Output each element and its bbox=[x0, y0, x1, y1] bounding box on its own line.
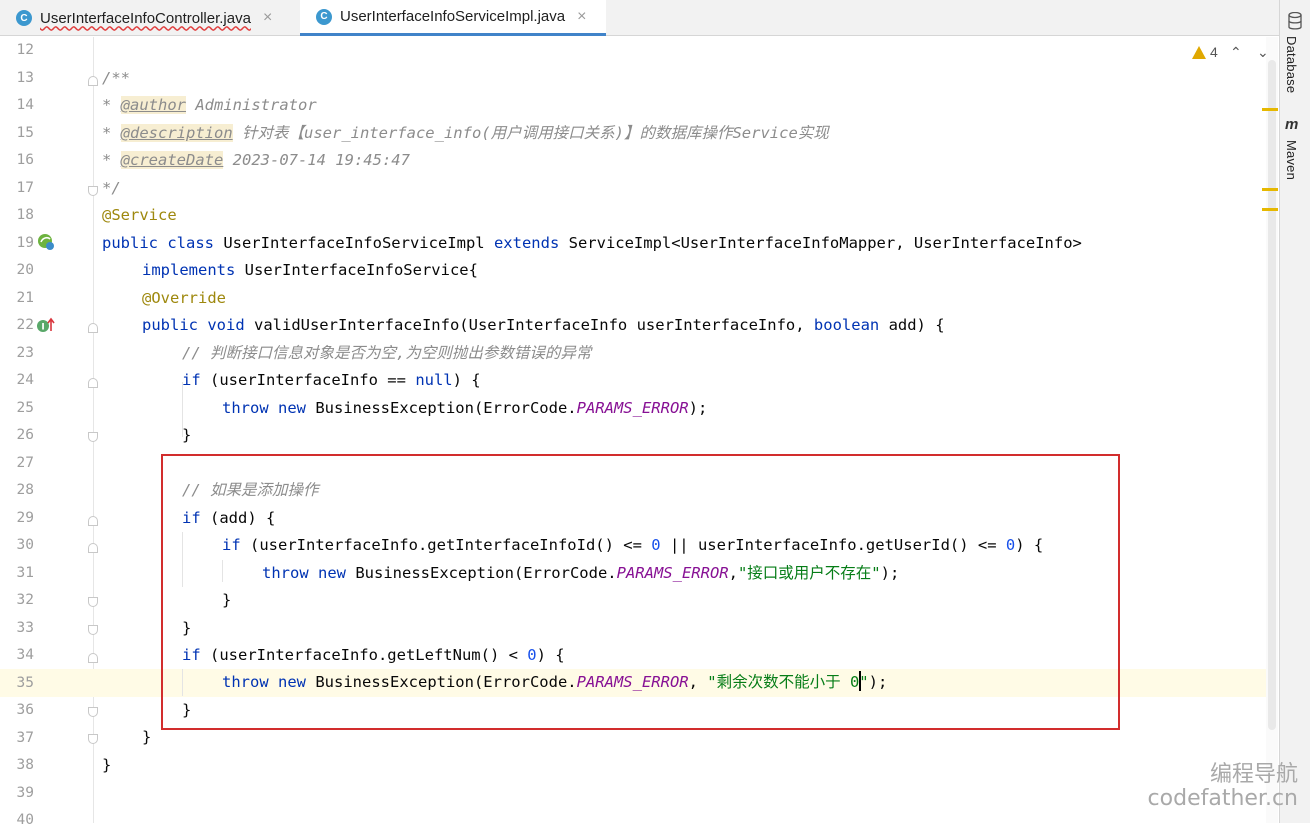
line-number: 40 bbox=[16, 812, 34, 828]
code-editor[interactable]: /** * @author Administrator * @descripti… bbox=[94, 37, 1279, 823]
line-number: 21 bbox=[16, 289, 34, 306]
code-line-22: public void validUserInterfaceInfo(UserI… bbox=[142, 316, 945, 334]
maven-icon: m bbox=[1285, 116, 1299, 133]
java-class-icon: C bbox=[316, 8, 332, 25]
maven-tool-button[interactable]: Maven bbox=[1284, 140, 1299, 180]
line-number: 15 bbox=[16, 124, 34, 141]
warning-stripe-marker[interactable] bbox=[1262, 208, 1278, 211]
code-line-38: } bbox=[102, 756, 112, 774]
code-line-37: } bbox=[142, 728, 152, 746]
scrollbar-thumb[interactable] bbox=[1268, 60, 1276, 730]
line-number: 17 bbox=[16, 179, 34, 196]
tab-label: UserInterfaceInfoServiceImpl.java bbox=[340, 8, 566, 25]
warning-count: 4 bbox=[1210, 44, 1218, 60]
line-number: 32 bbox=[16, 592, 34, 608]
line-number: 30 bbox=[16, 537, 34, 553]
line-number: 18 bbox=[16, 207, 34, 223]
line-number: 39 bbox=[16, 784, 34, 801]
line-number: 37 bbox=[16, 729, 34, 746]
editor-gutter: 12 13 14 15 16 17 18 19 20 21 22 23 24 25 26 27 28 29 30 31… bbox=[0, 37, 126, 828]
right-tool-window-strip: Database m Maven bbox=[1279, 0, 1310, 823]
line-number: 16 bbox=[16, 152, 34, 168]
indent-guide bbox=[222, 560, 223, 582]
code-line-28: // 如果是添加操作 bbox=[182, 481, 319, 499]
spring-bean-icon[interactable] bbox=[37, 233, 55, 251]
watermark-title: 编程导航 bbox=[1209, 762, 1298, 787]
warning-stripe-marker[interactable] bbox=[1262, 108, 1278, 111]
line-number: 24 bbox=[16, 372, 34, 388]
line-number: 26 bbox=[16, 427, 34, 443]
code-line-15: * @description 针对表【user_interface_info(用… bbox=[102, 124, 829, 142]
code-line-14: * @author Administrator bbox=[102, 96, 317, 114]
code-line-31: throw new BusinessException(ErrorCode.PA… bbox=[262, 564, 900, 582]
database-tool-button[interactable]: Database bbox=[1284, 36, 1299, 93]
editor-tab-bar: C UserInterfaceInfoController.java × C U… bbox=[0, 0, 1279, 36]
line-number: 31 bbox=[16, 564, 34, 581]
java-class-icon: C bbox=[16, 10, 32, 26]
line-number: 14 bbox=[16, 97, 34, 113]
line-number: 22 bbox=[16, 317, 34, 333]
tab-userinterfaceinfo-controller[interactable]: C UserInterfaceInfoController.java × bbox=[0, 0, 298, 36]
previous-highlight-button[interactable]: ⌃ bbox=[1230, 44, 1242, 61]
code-line-18: @Service bbox=[102, 206, 177, 224]
tab-label: UserInterfaceInfoController.java bbox=[40, 9, 251, 27]
implements-method-icon[interactable]: I bbox=[36, 317, 56, 335]
code-line-34: if (userInterfaceInfo.getLeftNum() < 0) … bbox=[182, 646, 565, 664]
code-line-35: throw new BusinessException(ErrorCode.PA… bbox=[222, 671, 888, 691]
line-number: 20 bbox=[16, 262, 34, 278]
line-number: 13 bbox=[16, 69, 34, 86]
indent-guide bbox=[182, 532, 183, 587]
line-number: 36 bbox=[16, 702, 34, 718]
code-line-30: if (userInterfaceInfo.getInterfaceInfoId… bbox=[222, 536, 1044, 554]
code-line-24: if (userInterfaceInfo == null) { bbox=[182, 371, 481, 389]
line-number: 25 bbox=[16, 399, 34, 416]
code-line-16: * @createDate 2023-07-14 19:45:47 bbox=[102, 151, 410, 169]
code-line-26: } bbox=[182, 426, 192, 444]
line-number: 35 bbox=[16, 674, 34, 691]
code-line-23: // 判断接口信息对象是否为空,为空则抛出参数错误的异常 bbox=[182, 344, 592, 362]
code-line-32: } bbox=[222, 591, 232, 609]
close-icon[interactable]: × bbox=[577, 8, 586, 26]
line-number: 33 bbox=[16, 619, 34, 636]
line-number: 38 bbox=[16, 757, 34, 773]
line-number: 19 bbox=[16, 234, 34, 251]
warning-icon bbox=[1192, 45, 1206, 59]
code-line-17: */ bbox=[102, 179, 121, 197]
code-line-33: } bbox=[182, 619, 192, 637]
line-number: 27 bbox=[16, 454, 34, 471]
indent-guide bbox=[182, 669, 183, 696]
code-line-20: implements UserInterfaceInfoService{ bbox=[142, 261, 478, 279]
tab-userinterfaceinfo-serviceimpl[interactable]: C UserInterfaceInfoServiceImpl.java × bbox=[300, 0, 606, 36]
code-line-21: @Override bbox=[142, 289, 226, 307]
inspection-widget[interactable]: 4 bbox=[1192, 44, 1218, 60]
close-icon[interactable]: × bbox=[263, 9, 272, 27]
code-line-36: } bbox=[182, 701, 192, 719]
code-line-29: if (add) { bbox=[182, 509, 276, 527]
warning-stripe-marker[interactable] bbox=[1262, 188, 1278, 191]
code-line-19: public class UserInterfaceInfoServiceImp… bbox=[102, 234, 1082, 252]
line-number: 29 bbox=[16, 509, 34, 526]
database-icon bbox=[1288, 12, 1302, 30]
code-line-25: throw new BusinessException(ErrorCode.PA… bbox=[222, 399, 708, 417]
line-number: 12 bbox=[16, 42, 34, 58]
line-number: 23 bbox=[16, 344, 34, 361]
line-number: 34 bbox=[16, 647, 34, 663]
line-number: 28 bbox=[16, 482, 34, 498]
code-line-13: /** bbox=[102, 69, 130, 87]
watermark-url: codefather.cn bbox=[1147, 786, 1298, 811]
svg-text:I: I bbox=[41, 323, 44, 333]
